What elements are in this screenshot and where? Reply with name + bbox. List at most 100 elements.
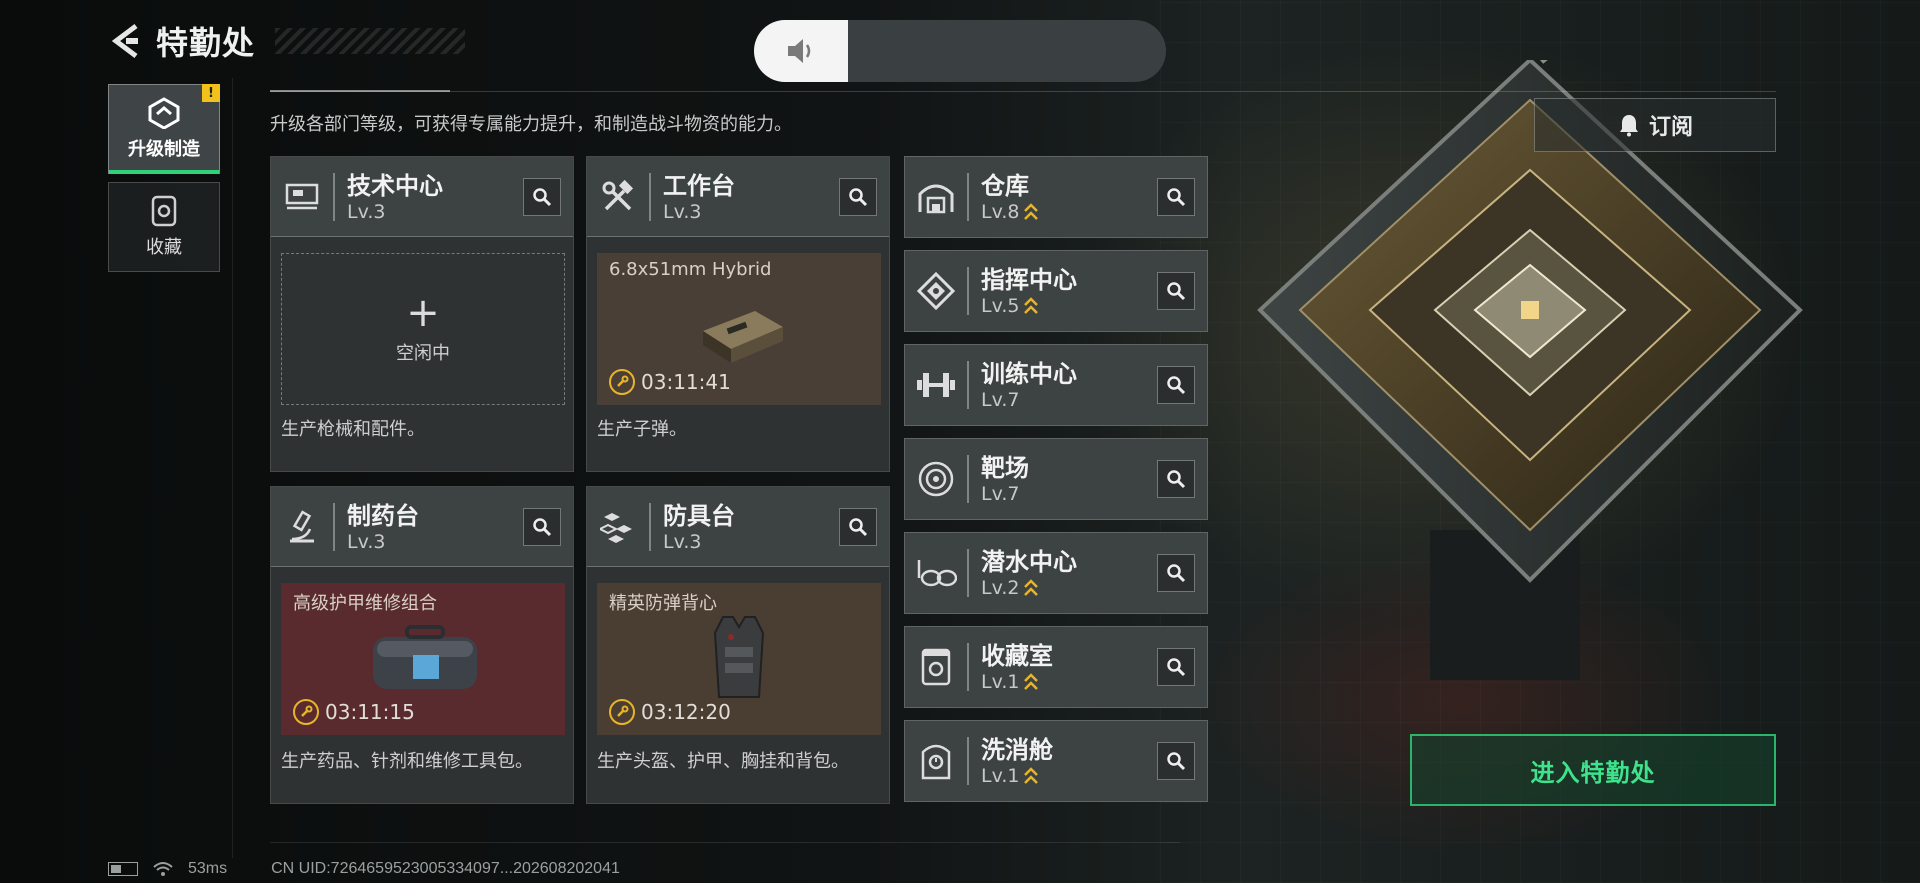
tab-collection[interactable]: 收藏: [108, 182, 220, 272]
department-name: 靶场: [981, 454, 1029, 482]
header: 特勤处: [108, 18, 466, 64]
wrench-timer-icon: [609, 369, 635, 395]
card-titles: 靶场 Lv.7: [981, 453, 1157, 505]
timer-text: 03:11:41: [641, 370, 731, 394]
decon-icon: [905, 721, 967, 801]
hammer-wrench-icon: [587, 157, 649, 237]
command-icon: [905, 251, 967, 331]
uid-text: CN UID:7264659523005334097...20260820204…: [271, 860, 620, 877]
inspect-button[interactable]: [523, 507, 561, 546]
footer-divider: [270, 842, 1180, 843]
department-shooting-range[interactable]: 靶场 Lv.7: [904, 438, 1208, 520]
card-workbench: 工作台 Lv.3 6.8x51mm Hybrid 03:11:41 生产子弹。: [586, 156, 890, 472]
production-slot-active[interactable]: 高级护甲维修组合 03:11:15: [281, 583, 565, 735]
card-titles: 洗消舱 Lv.1: [981, 735, 1157, 787]
card-description: 生产子弹。: [597, 419, 687, 440]
volume-button[interactable]: [754, 20, 848, 82]
magnifier-icon: [1167, 658, 1186, 677]
card-titles: 工作台 Lv.3: [663, 171, 839, 223]
inspect-button[interactable]: [1157, 648, 1195, 686]
department-level: Lv.2: [981, 577, 1157, 599]
card-titles: 训练中心 Lv.7: [981, 359, 1157, 411]
inspect-button[interactable]: [1157, 742, 1195, 780]
header-separator: [649, 172, 651, 221]
department-decontamination-pod[interactable]: 洗消舱 Lv.1: [904, 720, 1208, 802]
magnifier-icon: [1167, 188, 1186, 207]
department-name: 指挥中心: [981, 266, 1077, 294]
production-slot-idle[interactable]: + 空闲中: [281, 253, 565, 405]
bell-icon: [1619, 115, 1638, 137]
upgrade-chevron-icon: [1024, 203, 1039, 220]
page-description: 升级各部门等级，可获得专属能力提升，和制造战斗物资的能力。: [270, 114, 792, 135]
card-titles: 制药台 Lv.3: [347, 501, 523, 553]
department-level: Lv.5: [981, 295, 1157, 317]
back-button[interactable]: [108, 21, 142, 61]
divider-line: [270, 91, 1776, 92]
ammo-box-icon: [703, 311, 783, 363]
inspect-button[interactable]: [839, 507, 877, 546]
department-level: Lv.3: [347, 531, 523, 553]
header-separator: [333, 172, 335, 221]
voice-volume-bar[interactable]: [754, 20, 1166, 82]
department-diving-center[interactable]: 潜水中心 Lv.2: [904, 532, 1208, 614]
inspect-button[interactable]: [523, 177, 561, 216]
wrench-timer-icon: [293, 699, 319, 725]
department-training-center[interactable]: 训练中心 Lv.7: [904, 344, 1208, 426]
warehouse-icon: [905, 157, 967, 237]
inspect-button[interactable]: [1157, 554, 1195, 592]
production-timer: 03:11:41: [609, 369, 731, 395]
body-armor-vest-icon: [713, 616, 765, 698]
subscribe-button[interactable]: 订阅: [1534, 98, 1776, 152]
department-name: 训练中心: [981, 360, 1077, 388]
department-level: Lv.1: [981, 765, 1157, 787]
level-text: Lv.1: [981, 671, 1020, 693]
inspect-button[interactable]: [839, 177, 877, 216]
upgrade-cube-icon: [148, 97, 180, 129]
level-text: Lv.5: [981, 295, 1020, 317]
department-name: 制药台: [347, 501, 419, 530]
department-command-center[interactable]: 指挥中心 Lv.5: [904, 250, 1208, 332]
level-text: Lv.1: [981, 765, 1020, 787]
magnifier-icon: [849, 187, 868, 206]
tab-label: 收藏: [146, 237, 182, 258]
magnifier-icon: [849, 517, 868, 536]
repair-bag-icon: [373, 625, 477, 689]
card-titles: 指挥中心 Lv.5: [981, 265, 1157, 317]
department-warehouse[interactable]: 仓库 Lv.8: [904, 156, 1208, 238]
inspect-button[interactable]: [1157, 178, 1195, 216]
enter-special-ops-button[interactable]: 进入特勤处: [1410, 734, 1776, 806]
magnifier-icon: [1167, 564, 1186, 583]
inspect-button[interactable]: [1157, 460, 1195, 498]
header-separator: [967, 173, 969, 221]
card-armor-bench: 防具台 Lv.3 精英防弹背心 03:12:20 生产头盔、护甲、胸挂和背包。: [586, 486, 890, 804]
department-level: Lv.3: [663, 201, 839, 223]
department-level: Lv.3: [347, 201, 523, 223]
production-slot-active[interactable]: 精英防弹背心 03:12:20: [597, 583, 881, 735]
magnifier-icon: [1167, 376, 1186, 395]
department-collection-room[interactable]: 收藏室 Lv.1: [904, 626, 1208, 708]
inspect-button[interactable]: [1157, 272, 1195, 310]
tab-upgrade-manufacture[interactable]: 升级制造 !: [108, 84, 220, 174]
title-decoration: [275, 28, 466, 54]
item-name: 6.8x51mm Hybrid: [609, 259, 772, 280]
magnifier-icon: [1167, 282, 1186, 301]
production-timer: 03:11:15: [293, 699, 415, 725]
wrench-timer-icon: [609, 699, 635, 725]
inspect-button[interactable]: [1157, 366, 1195, 404]
card-header: 防具台 Lv.3: [587, 487, 889, 567]
card-titles: 潜水中心 Lv.2: [981, 547, 1157, 599]
header-separator: [967, 267, 969, 315]
header-separator: [333, 502, 335, 551]
back-arrow-icon: [111, 24, 138, 58]
special-ops-cube-artwork: [1257, 60, 1803, 680]
department-level: Lv.8: [981, 201, 1157, 223]
card-header: 工作台 Lv.3: [587, 157, 889, 237]
department-name: 工作台: [663, 171, 735, 200]
target-icon: [905, 439, 967, 519]
department-level: Lv.3: [663, 531, 839, 553]
card-description: 生产药品、针剂和维修工具包。: [281, 751, 533, 772]
level-text: Lv.3: [347, 530, 386, 553]
divider-accent: [270, 90, 450, 92]
production-slot-active[interactable]: 6.8x51mm Hybrid 03:11:41: [597, 253, 881, 405]
ping-text: 53ms: [188, 860, 228, 877]
